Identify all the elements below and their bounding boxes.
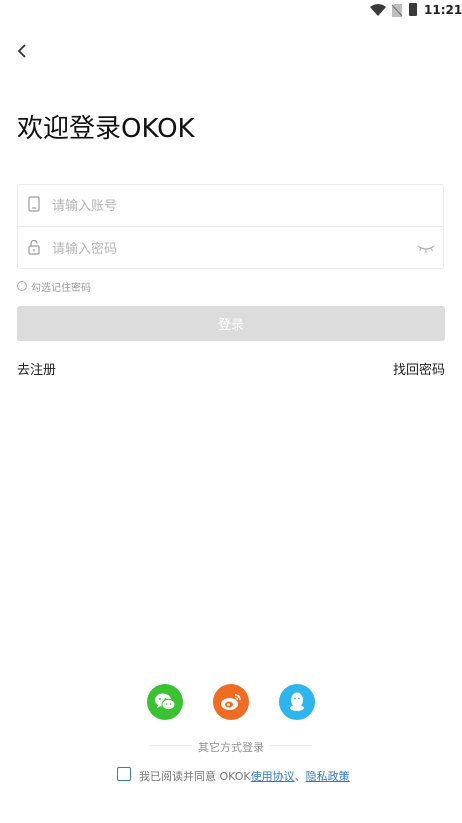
page-title: 欢迎登录OKOK: [17, 114, 195, 144]
lock-icon: [28, 239, 40, 255]
other-login-label: 其它方式登录: [198, 741, 264, 754]
status-time: 11:21: [424, 3, 462, 17]
status-bar: 11:21: [0, 0, 462, 22]
agreement-separator: 、: [294, 770, 306, 783]
no-sim-icon: [392, 4, 402, 17]
login-button[interactable]: 登录: [17, 306, 445, 341]
phone-icon: [28, 196, 40, 212]
qq-login-button[interactable]: [279, 684, 315, 720]
terms-link[interactable]: 使用协议: [251, 770, 295, 783]
forgot-password-link[interactable]: 找回密码: [393, 359, 445, 378]
wechat-icon: [155, 693, 176, 711]
password-input[interactable]: [52, 239, 402, 259]
agreement-checkbox[interactable]: [117, 767, 131, 781]
remember-label: 勾选记住密码: [31, 282, 91, 294]
agreement-prefix: 我已阅读并同意 OKOK: [139, 770, 251, 783]
remember-radio[interactable]: [17, 281, 27, 291]
privacy-link[interactable]: 隐私政策: [306, 770, 350, 783]
qq-icon: [290, 692, 304, 711]
wifi-icon: [370, 4, 386, 16]
form-divider: [18, 226, 444, 227]
remember-password[interactable]: 勾选记住密码: [17, 279, 91, 294]
wechat-login-button[interactable]: [147, 684, 183, 720]
eye-closed-icon[interactable]: [417, 243, 435, 253]
register-link[interactable]: 去注册: [17, 359, 56, 378]
chevron-left-icon[interactable]: [14, 40, 32, 62]
account-input[interactable]: [52, 196, 412, 216]
weibo-icon: [221, 694, 241, 710]
agreement-text: 我已阅读并同意 OKOK使用协议、隐私政策: [139, 768, 350, 784]
weibo-login-button[interactable]: [213, 684, 249, 720]
battery-icon: [409, 3, 417, 16]
